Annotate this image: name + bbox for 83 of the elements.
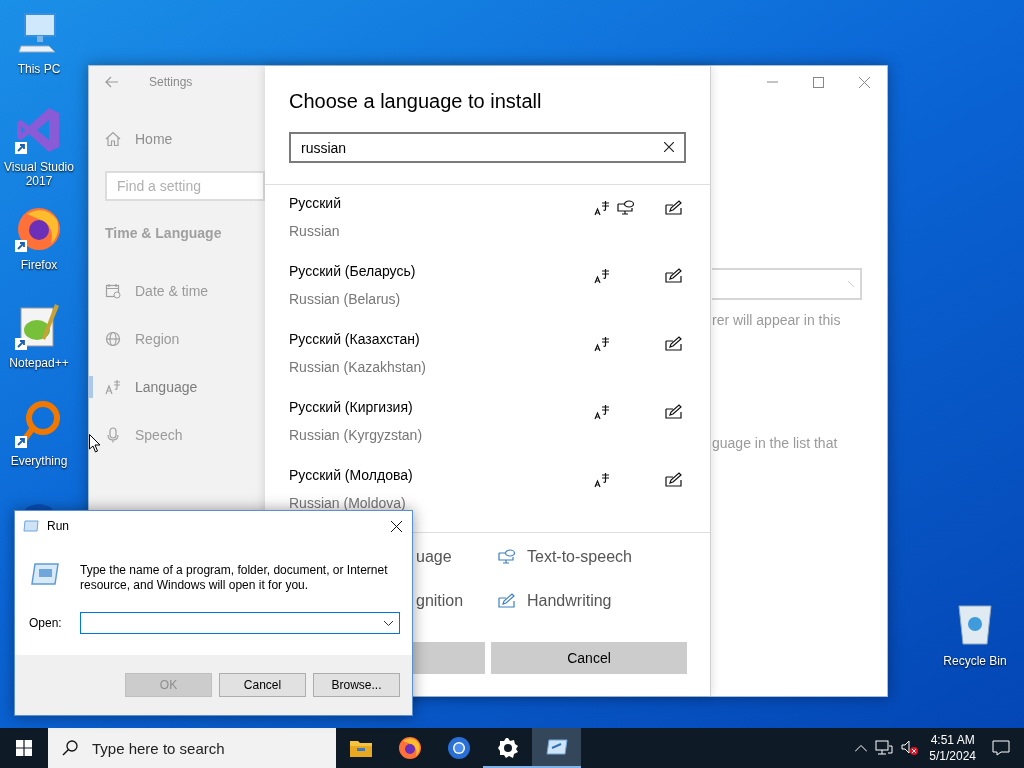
show-hidden-icons-button[interactable] bbox=[855, 744, 868, 752]
volume-muted-icon bbox=[901, 740, 920, 756]
search-field[interactable]: Find a setting bbox=[105, 171, 265, 201]
desktop-icon-label[interactable]: This PC bbox=[17, 62, 61, 76]
desktop-icon-label[interactable]: Visual Studio 2017 bbox=[0, 160, 78, 188]
speech-monitor-icon bbox=[617, 200, 635, 216]
volume-button[interactable] bbox=[901, 740, 920, 756]
app-title: Settings bbox=[149, 75, 193, 89]
pen-icon bbox=[498, 593, 516, 609]
pen-icon bbox=[665, 472, 683, 488]
notifications-button[interactable] bbox=[992, 740, 1010, 756]
search-placeholder: Type here to search bbox=[92, 739, 225, 757]
description-text: guage in the list that bbox=[712, 434, 839, 453]
maximize-icon bbox=[812, 76, 824, 88]
search-field[interactable]: russian bbox=[289, 132, 686, 163]
run-app-icon bbox=[23, 520, 39, 532]
window-title: Run bbox=[47, 519, 70, 533]
search-icon bbox=[62, 740, 78, 756]
chevron-up-icon bbox=[855, 744, 868, 752]
desktop-icon-label[interactable]: Firefox bbox=[20, 258, 58, 272]
language-name[interactable]: Русский (Казахстан) bbox=[289, 329, 592, 349]
display-language-icon bbox=[594, 200, 610, 216]
display-language-icon bbox=[594, 268, 610, 284]
settings-icon bbox=[496, 737, 519, 759]
dialog-title: Choose a language to install bbox=[289, 89, 543, 114]
pen-icon bbox=[665, 268, 683, 284]
display-language-icon bbox=[594, 336, 610, 352]
close-icon bbox=[858, 76, 870, 88]
speech-monitor-icon bbox=[498, 549, 516, 565]
legend-label: gnition bbox=[416, 592, 464, 610]
browser-logo-icon bbox=[446, 736, 471, 760]
language-name[interactable]: Русский bbox=[289, 193, 592, 213]
folder-icon bbox=[348, 738, 373, 758]
display-language-icon bbox=[594, 404, 610, 420]
language-english-name: Russian (Kazakhstan) bbox=[289, 358, 427, 377]
minimize-icon bbox=[766, 81, 778, 83]
legend-label: Text-to-speech bbox=[527, 548, 632, 566]
language-english-name: Russian (Belarus) bbox=[289, 290, 402, 309]
clock[interactable]: 4:51 AM 5/1/2024 bbox=[929, 732, 976, 764]
nav-item[interactable]: Language bbox=[135, 379, 198, 395]
chevron-icon bbox=[848, 281, 856, 287]
browser-logo-icon bbox=[397, 736, 422, 760]
open-combo-box[interactable] bbox=[80, 612, 400, 634]
windows-logo-icon bbox=[16, 740, 32, 756]
dialog-button[interactable]: Cancel bbox=[219, 673, 306, 697]
language-english-name: Russian bbox=[289, 222, 341, 241]
language-english-name: Russian (Moldova) bbox=[289, 494, 407, 513]
clear-icon[interactable] bbox=[664, 142, 674, 152]
calendar-icon bbox=[105, 283, 121, 299]
pen-icon bbox=[665, 200, 683, 216]
instruction-text: Type the name of a program, folder, document, or Internet resource, and Windows will open it for you. bbox=[80, 563, 389, 593]
language-name[interactable]: Русский (Киргизия) bbox=[289, 397, 592, 417]
legend-label: Handwriting bbox=[527, 592, 612, 610]
desktop-icon-label[interactable]: Everything bbox=[10, 454, 68, 468]
dialog-button[interactable]: Browse... bbox=[313, 673, 400, 697]
language-name[interactable]: Русский (Беларусь) bbox=[289, 261, 592, 281]
network-icon bbox=[875, 740, 894, 756]
globe-icon bbox=[105, 331, 121, 347]
section-title: Time & Language bbox=[105, 224, 223, 243]
pen-icon bbox=[665, 336, 683, 352]
run-app-icon bbox=[31, 563, 59, 585]
description-text: rer will appear in this bbox=[712, 311, 842, 330]
pen-icon bbox=[665, 404, 683, 420]
language-english-name: Russian (Kyrgyzstan) bbox=[289, 426, 424, 445]
network-button[interactable] bbox=[875, 740, 894, 756]
run-app-icon bbox=[544, 738, 569, 758]
language-name[interactable]: Русский (Молдова) bbox=[289, 465, 592, 485]
close-icon bbox=[390, 520, 402, 532]
clock-time: 4:51 AM bbox=[930, 732, 975, 748]
home-icon bbox=[105, 131, 121, 147]
cancel-button[interactable]: Cancel bbox=[491, 642, 687, 674]
desktop-icon-label[interactable]: Notepad++ bbox=[9, 356, 69, 370]
taskbar-app-button[interactable] bbox=[532, 728, 581, 768]
taskbar-search-box[interactable]: Type here to search bbox=[48, 728, 336, 768]
language-icon bbox=[105, 379, 121, 395]
chevron-down-icon[interactable] bbox=[384, 620, 393, 626]
microphone-icon bbox=[105, 427, 121, 443]
open-label: Open: bbox=[29, 616, 63, 630]
notification-icon bbox=[992, 740, 1010, 756]
desktop-icon-label[interactable]: Recycle Bin bbox=[943, 654, 1007, 668]
clock-date: 5/1/2024 bbox=[929, 748, 976, 764]
legend-label: uage bbox=[416, 548, 452, 566]
display-language-icon bbox=[594, 472, 610, 488]
